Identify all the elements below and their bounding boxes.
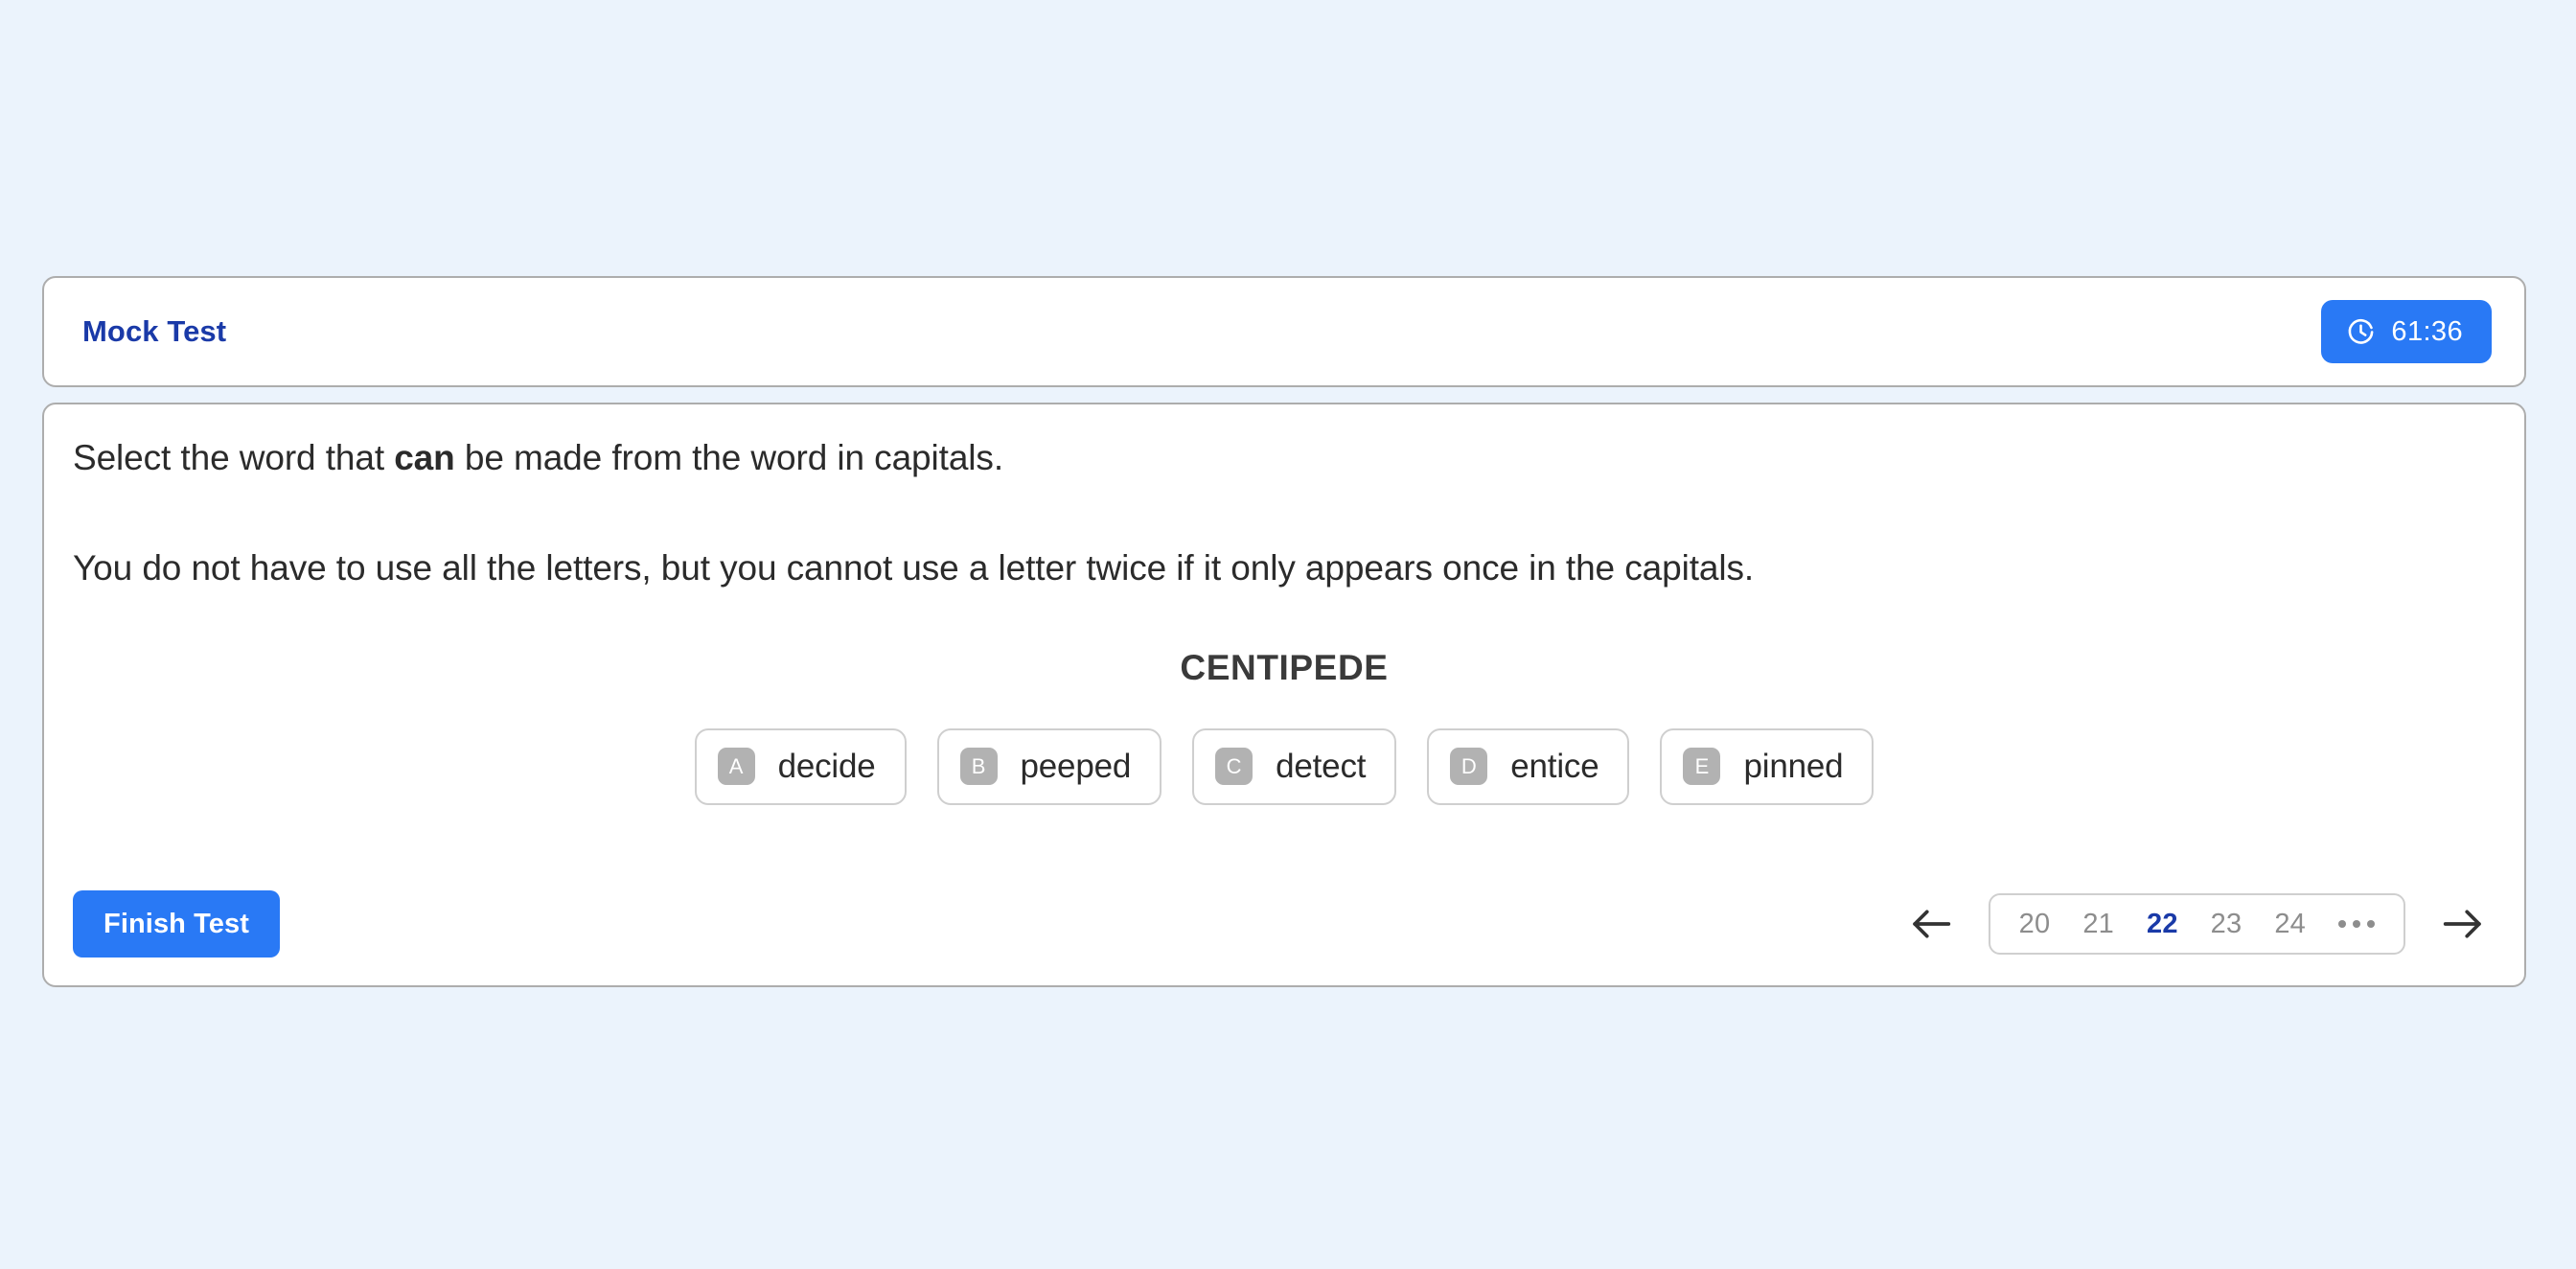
arrow-right-icon bbox=[2443, 910, 2481, 938]
page-number-21[interactable]: 21 bbox=[2069, 903, 2128, 946]
page-number-22[interactable]: 22 bbox=[2133, 903, 2192, 946]
timer-icon bbox=[2349, 318, 2374, 344]
ellipsis-dot bbox=[2367, 920, 2375, 928]
option-c-letter: C bbox=[1215, 748, 1254, 786]
next-question-button[interactable] bbox=[2430, 895, 2496, 953]
page-number-24[interactable]: 24 bbox=[2261, 903, 2319, 946]
option-c-label: detect bbox=[1276, 747, 1367, 785]
page-number-20[interactable]: 20 bbox=[2006, 903, 2064, 946]
option-a[interactable]: A decide bbox=[694, 727, 907, 805]
option-d-letter: D bbox=[1450, 748, 1488, 786]
page-title: Mock Test bbox=[82, 314, 227, 348]
option-a-label: decide bbox=[777, 747, 876, 785]
page-number-23[interactable]: 23 bbox=[2197, 903, 2256, 946]
option-c[interactable]: C detect bbox=[1192, 727, 1397, 805]
options-row: A decide B peeped C detect D entice E pi… bbox=[73, 727, 2496, 805]
question-note: You do not have to use all the letters, … bbox=[73, 547, 1755, 588]
ellipsis-dot bbox=[2353, 920, 2360, 928]
finish-test-button[interactable]: Finish Test bbox=[73, 890, 281, 958]
question-body: Select the word that can be made from th… bbox=[73, 435, 2496, 805]
test-page: Mock Test 61:36 Select the word that can… bbox=[0, 0, 2576, 1269]
pagination: 20 21 22 23 24 bbox=[1898, 893, 2496, 955]
option-d-label: entice bbox=[1510, 747, 1599, 785]
instruction-suffix: be made from the word in capitals. bbox=[454, 438, 1004, 477]
option-e-letter: E bbox=[1683, 748, 1721, 786]
question-instruction: Select the word that can be made from th… bbox=[73, 435, 2496, 482]
option-e-label: pinned bbox=[1743, 747, 1844, 785]
option-d[interactable]: D entice bbox=[1427, 727, 1630, 805]
previous-question-button[interactable] bbox=[1898, 895, 1964, 953]
page-number-list: 20 21 22 23 24 bbox=[1988, 893, 2405, 955]
test-header-card: Mock Test 61:36 bbox=[42, 276, 2526, 387]
option-b[interactable]: B peeped bbox=[936, 727, 1162, 805]
more-pages-icon[interactable] bbox=[2325, 912, 2388, 935]
option-b-letter: B bbox=[959, 748, 998, 786]
capitals-word: CENTIPEDE bbox=[1180, 647, 1389, 687]
arrow-left-icon bbox=[1912, 910, 1950, 938]
instruction-prefix: Select the word that bbox=[73, 438, 395, 477]
timer-value: 61:36 bbox=[2391, 315, 2463, 347]
instruction-emphasis: can bbox=[394, 438, 455, 477]
option-a-letter: A bbox=[717, 748, 755, 786]
ellipsis-dot bbox=[2338, 920, 2346, 928]
option-e[interactable]: E pinned bbox=[1660, 727, 1874, 805]
timer-badge: 61:36 bbox=[2321, 300, 2492, 363]
question-footer: Finish Test 20 21 22 23 24 bbox=[73, 889, 2496, 958]
question-card: Select the word that can be made from th… bbox=[42, 403, 2526, 987]
option-b-label: peeped bbox=[1020, 747, 1132, 785]
